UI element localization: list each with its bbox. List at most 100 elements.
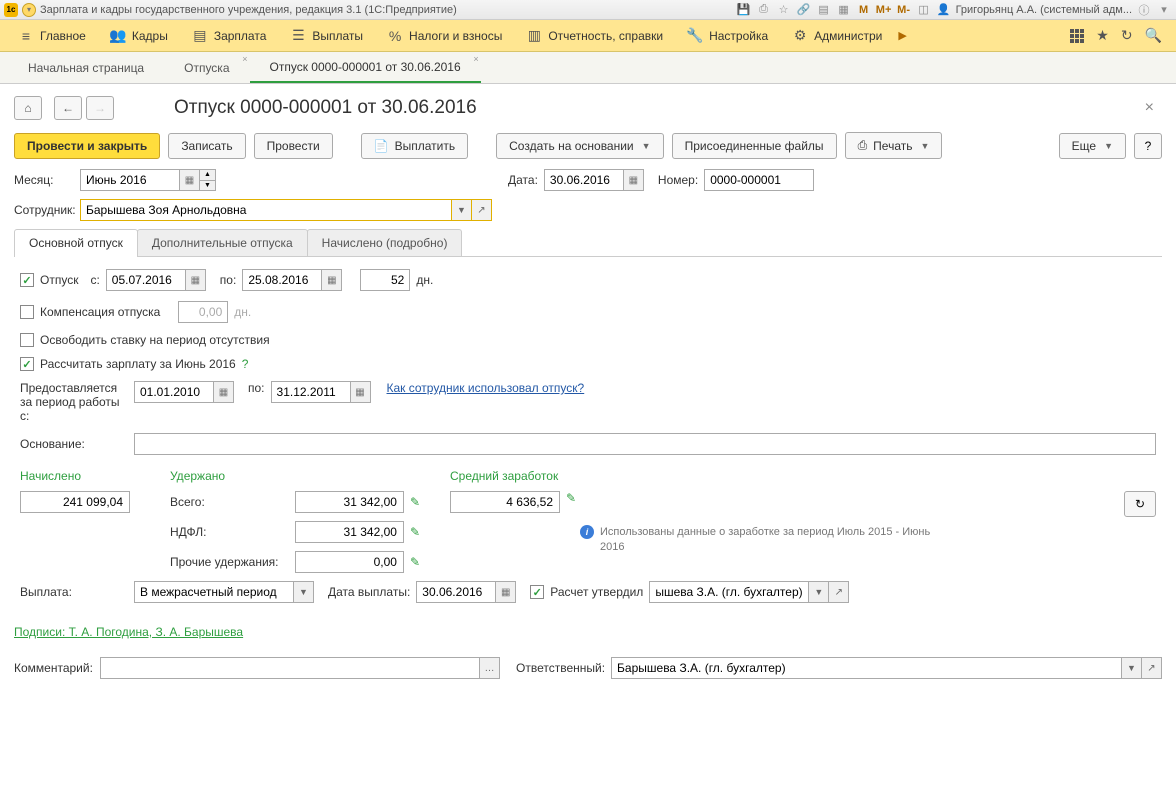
month-input[interactable] [80, 169, 180, 191]
edit-pencil-icon[interactable]: ✎ [410, 525, 420, 539]
employee-dropdown-icon[interactable]: ▼ [452, 199, 472, 221]
edit-pencil-icon[interactable]: ✎ [410, 555, 420, 569]
user-icon[interactable]: 👤 [936, 2, 952, 18]
menu-payments[interactable]: ☰Выплаты [278, 20, 375, 51]
date-input[interactable] [544, 169, 624, 191]
menu-more-arrow-icon[interactable]: ▶ [894, 29, 910, 42]
favorite-icon[interactable]: ★ [1096, 27, 1109, 44]
days-input[interactable]: 52 [360, 269, 410, 291]
nav-fwd-button[interactable]: → [86, 96, 114, 120]
post-button[interactable]: Провести [254, 133, 333, 159]
save-icon[interactable]: 💾 [736, 2, 752, 18]
period-from-input[interactable] [134, 381, 214, 403]
payout-type-input[interactable] [134, 581, 294, 603]
link-icon[interactable]: 🔗 [796, 2, 812, 18]
basis-input[interactable] [134, 433, 1156, 455]
payout-label: Выплата: [20, 585, 128, 599]
calc-salary-checkbox[interactable] [20, 357, 34, 371]
edit-pencil-icon[interactable]: ✎ [410, 495, 420, 509]
comment-input[interactable] [100, 657, 480, 679]
how-used-link[interactable]: Как сотрудник использовал отпуск? [387, 381, 585, 395]
menu-reports[interactable]: ▥Отчетность, справки [514, 20, 675, 51]
m-icon[interactable]: M [856, 2, 872, 18]
month-spinner[interactable]: ▲▼ [200, 169, 216, 191]
help-hint-icon[interactable]: ? [242, 357, 249, 371]
close-page-icon[interactable]: × [1145, 99, 1154, 117]
print-button[interactable]: ⎙Печать▼ [845, 132, 943, 159]
calendar-icon[interactable]: ▦ [322, 269, 342, 291]
refresh-button[interactable]: ↻ [1124, 491, 1156, 517]
calendar-icon[interactable]: ▦ [186, 269, 206, 291]
m-minus-icon[interactable]: M- [896, 2, 912, 18]
menu-settings[interactable]: 🔧Настройка [675, 20, 780, 51]
employee-input[interactable] [80, 199, 452, 221]
avg-earn-label: Средний заработок [450, 469, 1156, 483]
apps-grid-icon[interactable] [1070, 29, 1084, 43]
menu-main[interactable]: ≡Главное [6, 20, 98, 51]
dropdown-icon[interactable]: ▾ [1156, 2, 1172, 18]
chevron-down-icon[interactable]: ▼ [294, 581, 314, 603]
info-icon[interactable]: ⓘ [1136, 2, 1152, 18]
m-plus-icon[interactable]: M+ [876, 2, 892, 18]
print-icon[interactable]: ⎙ [756, 2, 772, 18]
tab-start[interactable]: Начальная страница [8, 52, 164, 83]
compensation-checkbox[interactable] [20, 305, 34, 319]
calendar-icon[interactable]: ▦ [496, 581, 516, 603]
close-tab-icon[interactable]: × [242, 54, 247, 64]
approver-input[interactable] [649, 581, 809, 603]
date-picker-icon[interactable]: ▦ [624, 169, 644, 191]
vacation-checkbox[interactable] [20, 273, 34, 287]
compensation-days-input[interactable]: 0,00 [178, 301, 228, 323]
paydate-input[interactable] [416, 581, 496, 603]
vacation-to-input[interactable] [242, 269, 322, 291]
ndfl-value[interactable]: 31 342,00 [295, 521, 404, 543]
subtab-main-vacation[interactable]: Основной отпуск [14, 229, 138, 256]
home-button[interactable]: ⌂ [14, 96, 42, 120]
panel-icon[interactable]: ◫ [916, 2, 932, 18]
calendar-icon[interactable]: ▦ [836, 2, 852, 18]
post-and-close-button[interactable]: Провести и закрыть [14, 133, 160, 159]
menu-salary[interactable]: ▤Зарплата [180, 20, 279, 51]
period-to-input[interactable] [271, 381, 351, 403]
write-button[interactable]: Записать [168, 133, 245, 159]
chevron-down-icon[interactable]: ▼ [809, 581, 829, 603]
history-icon[interactable]: ↻ [1121, 27, 1133, 44]
free-rate-checkbox[interactable] [20, 333, 34, 347]
pay-button[interactable]: 📄Выплатить [361, 133, 468, 159]
accrued-value[interactable]: 241 099,04 [20, 491, 130, 513]
withheld-total-value[interactable]: 31 342,00 [295, 491, 404, 513]
menu-staff[interactable]: 👥Кадры [98, 20, 180, 51]
calc-icon[interactable]: ▤ [816, 2, 832, 18]
open-ref-icon[interactable]: ↗ [829, 581, 849, 603]
open-ref-icon[interactable]: ↗ [1142, 657, 1162, 679]
calendar-icon[interactable]: ▦ [351, 381, 371, 403]
comment-expand-icon[interactable]: … [480, 657, 500, 679]
close-tab-icon[interactable]: × [473, 54, 478, 64]
vacation-from-input[interactable] [106, 269, 186, 291]
back-circle-icon[interactable]: ▾ [22, 3, 36, 17]
approved-checkbox[interactable] [530, 585, 544, 599]
star-icon[interactable]: ☆ [776, 2, 792, 18]
other-withheld-value[interactable]: 0,00 [295, 551, 404, 573]
calendar-icon[interactable]: ▦ [214, 381, 234, 403]
edit-pencil-icon[interactable]: ✎ [566, 491, 576, 505]
more-button[interactable]: Еще▼ [1059, 133, 1126, 159]
subtab-accrued-detail[interactable]: Начислено (подробно) [307, 229, 463, 256]
attached-files-button[interactable]: Присоединенные файлы [672, 133, 837, 159]
responsible-input[interactable] [611, 657, 1122, 679]
menu-taxes[interactable]: %Налоги и взносы [375, 20, 514, 51]
create-based-button[interactable]: Создать на основании▼ [496, 133, 663, 159]
nav-back-button[interactable]: ← [54, 96, 82, 120]
number-input[interactable] [704, 169, 814, 191]
help-button[interactable]: ? [1134, 133, 1162, 159]
tab-vacation-doc[interactable]: Отпуск 0000-000001 от 30.06.2016× [250, 52, 481, 83]
menu-admin[interactable]: ⚙Администри [780, 20, 894, 51]
avg-earn-value[interactable]: 4 636,52 [450, 491, 560, 513]
search-icon[interactable]: 🔍 [1145, 27, 1162, 44]
employee-open-icon[interactable]: ↗ [472, 199, 492, 221]
signatures-link[interactable]: Подписи: Т. А. Погодина, З. А. Барышева [14, 619, 1162, 651]
tab-vacations[interactable]: Отпуска× [164, 52, 249, 83]
chevron-down-icon[interactable]: ▼ [1122, 657, 1142, 679]
subtab-additional[interactable]: Дополнительные отпуска [137, 229, 308, 256]
month-picker-icon[interactable]: ▦ [180, 169, 200, 191]
